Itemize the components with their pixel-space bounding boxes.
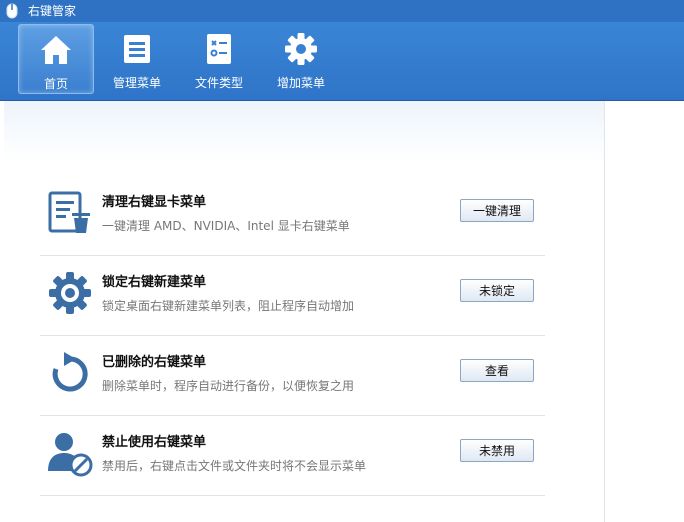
tab-file-types[interactable]: 文件类型: [182, 24, 256, 92]
item-description: 锁定桌面右键新建菜单列表，阻止程序自动增加: [102, 299, 355, 313]
toolbar: 首页 管理菜单 文件类型 增加菜单: [0, 22, 684, 101]
window-title: 右键管家: [28, 4, 77, 18]
file-type-icon: [207, 34, 231, 64]
view-button[interactable]: 查看: [460, 359, 534, 382]
tab-label: 增加菜单: [276, 76, 325, 90]
item-description: 删除菜单时，程序自动进行备份，以便恢复之用: [102, 379, 355, 393]
list-item: 锁定右键新建菜单 锁定桌面右键新建菜单列表，阻止程序自动增加 未锁定: [40, 255, 545, 336]
item-title: 清理右键显卡菜单: [102, 195, 207, 210]
user-block-icon: [48, 433, 93, 477]
list-item: 清理右键显卡菜单 一键清理 AMD、NVIDIA、Intel 显卡右键菜单 一键…: [40, 175, 545, 256]
restore-icon: [52, 352, 88, 392]
home-icon: [41, 36, 71, 64]
list-icon: [124, 35, 150, 63]
list-item: 已删除的右键菜单 删除菜单时，程序自动进行备份，以便恢复之用 查看: [40, 335, 545, 416]
gear-icon: [285, 33, 317, 65]
item-description: 禁用后，右键点击文件或文件夹时将不会显示菜单: [102, 459, 367, 473]
tab-home[interactable]: 首页: [18, 24, 94, 94]
clean-now-button[interactable]: 一键清理: [460, 199, 534, 222]
disable-toggle-button[interactable]: 未禁用: [460, 439, 534, 462]
item-description: 一键清理 AMD、NVIDIA、Intel 显卡右键菜单: [102, 219, 350, 233]
item-title: 已删除的右键菜单: [102, 355, 207, 370]
gear-lock-icon: [49, 272, 91, 314]
lock-toggle-button[interactable]: 未锁定: [460, 279, 534, 302]
tab-label: 首页: [43, 77, 68, 91]
mouse-icon: [6, 3, 18, 19]
home-panel: 清理右键显卡菜单 一键清理 AMD、NVIDIA、Intel 显卡右键菜单 一键…: [4, 101, 605, 522]
tab-label: 管理菜单: [112, 76, 161, 90]
title-bar: 右键管家: [0, 0, 684, 22]
item-title: 锁定右键新建菜单: [102, 275, 207, 290]
clean-menu-icon: [48, 191, 90, 233]
tab-manage-menu[interactable]: 管理菜单: [100, 24, 174, 92]
item-title: 禁止使用右键菜单: [102, 435, 207, 450]
list-item: 禁止使用右键菜单 禁用后，右键点击文件或文件夹时将不会显示菜单 未禁用: [40, 415, 545, 496]
tab-label: 文件类型: [194, 76, 243, 90]
tab-add-menu[interactable]: 增加菜单: [264, 24, 338, 92]
